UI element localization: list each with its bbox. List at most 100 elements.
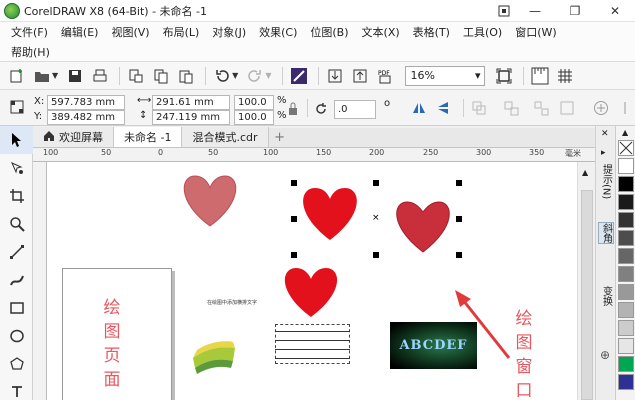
menu-layout[interactable]: 布局(L) (158, 24, 208, 40)
save-icon[interactable] (64, 65, 86, 87)
add-icon[interactable] (590, 97, 612, 119)
shape-tool-icon[interactable] (0, 154, 33, 182)
import-icon[interactable] (324, 65, 346, 87)
group-icon[interactable] (468, 97, 490, 119)
width-field[interactable]: 291.61 mm (152, 95, 230, 110)
export-icon[interactable] (349, 65, 371, 87)
show-grid-icon[interactable] (554, 65, 576, 87)
x-position-field[interactable]: 597.783 mm (47, 95, 125, 110)
drawing-canvas[interactable]: × 绘 图 页 面 在绘图中添加横排文字 ABCDEF 绘 图 窗 口 (47, 162, 577, 400)
horizontal-ruler[interactable]: 100 50 0 50 100 150 200 250 300 350 毫米 (33, 148, 595, 162)
selection-handle[interactable] (373, 252, 379, 258)
scale-x-field[interactable]: 100.0 (234, 95, 274, 110)
ungroup-icon[interactable] (500, 97, 522, 119)
color-swatch[interactable] (618, 338, 634, 354)
selection-handle[interactable] (291, 216, 297, 222)
zoom-tool-icon[interactable] (0, 210, 33, 238)
scale-y-field[interactable]: 100.0 (234, 110, 274, 125)
full-screen-icon[interactable] (493, 65, 515, 87)
menu-window[interactable]: 窗口(W) (510, 24, 564, 40)
menu-text[interactable]: 文本(X) (357, 24, 408, 40)
color-swatch[interactable] (618, 302, 634, 318)
tab-blend-mode[interactable]: 混合模式.cdr (182, 127, 269, 147)
print-icon[interactable] (89, 65, 111, 87)
copy-icon[interactable] (150, 65, 172, 87)
combine-icon[interactable] (556, 97, 578, 119)
color-swatch[interactable] (618, 176, 634, 192)
pick-tool-icon[interactable] (0, 126, 33, 154)
color-swatch[interactable] (618, 266, 634, 282)
artistic-media-tool-icon[interactable] (0, 266, 33, 294)
lock-ratio-icon[interactable] (286, 98, 300, 120)
color-swatch[interactable] (618, 230, 634, 246)
undo-icon[interactable] (211, 65, 233, 87)
no-fill-swatch[interactable] (618, 140, 634, 156)
zoom-level-select[interactable]: 16% ▾ (405, 65, 486, 86)
more-options-icon[interactable] (614, 97, 635, 119)
redo-dropdown-icon[interactable]: ▼ (265, 71, 271, 80)
menu-help[interactable]: 帮助(H) (6, 44, 58, 60)
selection-handle[interactable] (456, 252, 462, 258)
scrollbar-thumb[interactable] (581, 190, 593, 400)
cut-icon[interactable] (125, 65, 147, 87)
redo-icon[interactable] (244, 65, 266, 87)
palette-scroll-up-icon[interactable]: ▲ (622, 128, 628, 137)
vertical-ruler[interactable] (33, 162, 47, 400)
open-folder-icon[interactable] (31, 65, 53, 87)
mirror-horizontal-icon[interactable] (408, 97, 430, 119)
selection-center-marker[interactable]: × (372, 213, 380, 223)
object-origin-icon[interactable] (6, 96, 28, 118)
polygon-tool-icon[interactable] (0, 350, 33, 378)
color-swatch[interactable] (618, 158, 634, 174)
crop-tool-icon[interactable] (0, 182, 33, 210)
mirror-vertical-icon[interactable] (432, 97, 454, 119)
paste-icon[interactable] (175, 65, 197, 87)
tab-welcome-screen[interactable]: 欢迎屏幕 (33, 127, 114, 147)
selection-handle[interactable] (373, 180, 379, 186)
dock-add-icon[interactable]: ⊕ (600, 348, 610, 362)
selection-handle[interactable] (456, 180, 462, 186)
ungroup-all-icon[interactable] (530, 97, 552, 119)
selection-handle[interactable] (291, 252, 297, 258)
restore-button[interactable]: ❐ (555, 0, 595, 22)
close-button[interactable]: ✕ (595, 0, 635, 22)
ellipse-tool-icon[interactable] (0, 322, 33, 350)
menu-object[interactable]: 对象(J) (207, 24, 254, 40)
color-swatch[interactable] (618, 374, 634, 390)
vertical-scrollbar[interactable]: ▲ (577, 162, 595, 400)
height-field[interactable]: 247.119 mm (152, 110, 230, 125)
menu-tools[interactable]: 工具(O) (458, 24, 510, 40)
rotation-angle-field[interactable]: .0 (334, 100, 376, 119)
color-swatch[interactable] (618, 320, 634, 336)
search-content-icon[interactable] (288, 65, 310, 87)
scroll-up-icon[interactable]: ▲ (582, 168, 588, 177)
tab-untitled-1[interactable]: 未命名 -1 (114, 127, 183, 147)
menu-bitmaps[interactable]: 位图(B) (305, 24, 356, 40)
freehand-tool-icon[interactable] (0, 238, 33, 266)
dock-expand-icon[interactable]: ▸ (601, 148, 606, 158)
menu-file[interactable]: 文件(F) (6, 24, 56, 40)
menu-table[interactable]: 表格(T) (408, 24, 458, 40)
dock-close-icon[interactable]: ✕ (601, 129, 609, 139)
color-swatch[interactable] (618, 212, 634, 228)
open-dropdown-icon[interactable]: ▼ (52, 71, 58, 80)
dock-tab-transform[interactable]: 变换 (598, 286, 614, 306)
publish-pdf-icon[interactable]: PDF (374, 65, 396, 87)
text-tool-icon[interactable] (0, 378, 33, 400)
new-document-icon[interactable] (6, 65, 28, 87)
undo-dropdown-icon[interactable]: ▼ (232, 71, 238, 80)
menu-view[interactable]: 视图(V) (106, 24, 157, 40)
selection-handle[interactable] (456, 216, 462, 222)
color-swatch[interactable] (618, 356, 634, 372)
selection-handle[interactable] (291, 180, 297, 186)
color-swatch[interactable] (618, 248, 634, 264)
add-tab-icon[interactable]: + (269, 127, 291, 147)
dock-tab-bevel[interactable]: 斜角 (598, 222, 614, 244)
quick-settings-icon[interactable] (493, 0, 515, 22)
menu-edit[interactable]: 编辑(E) (56, 24, 107, 40)
menu-effects[interactable]: 效果(C) (254, 24, 305, 40)
rectangle-tool-icon[interactable] (0, 294, 33, 322)
minimize-button[interactable]: — (515, 0, 555, 22)
y-position-field[interactable]: 389.482 mm (47, 110, 125, 125)
color-swatch[interactable] (618, 194, 634, 210)
